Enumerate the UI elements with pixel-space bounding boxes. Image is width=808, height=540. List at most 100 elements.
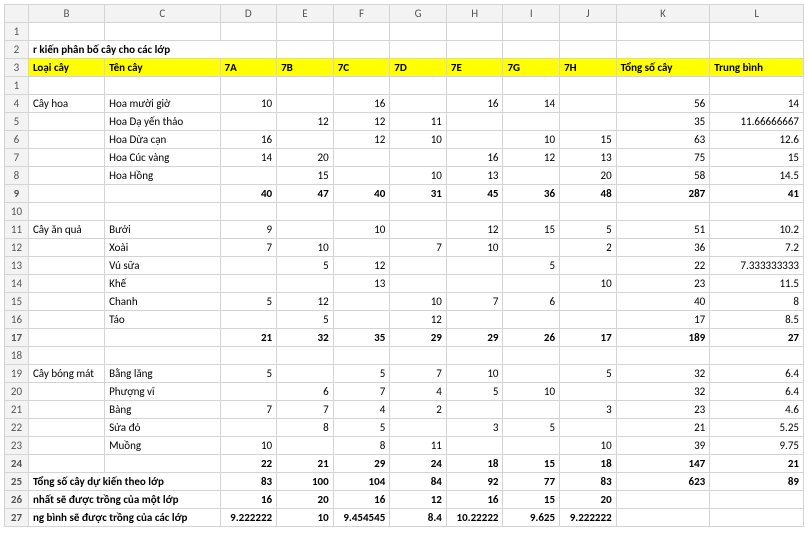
cell[interactable] — [616, 23, 710, 41]
cell[interactable]: 47 — [277, 185, 334, 203]
cell[interactable] — [105, 185, 220, 203]
cell[interactable]: 13 — [560, 149, 617, 167]
row-header[interactable]: 11 — [5, 221, 29, 239]
cell[interactable] — [333, 239, 390, 257]
cell[interactable] — [560, 77, 617, 95]
cell[interactable]: 189 — [616, 329, 710, 347]
cell[interactable]: 31 — [390, 185, 447, 203]
cell[interactable] — [277, 437, 334, 455]
cell[interactable] — [220, 203, 277, 221]
cell[interactable]: 22 — [616, 257, 710, 275]
cell[interactable]: 287 — [616, 185, 710, 203]
row-header[interactable]: 23 — [5, 437, 29, 455]
cell[interactable]: 623 — [616, 473, 710, 491]
cell[interactable] — [446, 401, 503, 419]
row-header[interactable]: 7 — [5, 149, 29, 167]
cell[interactable]: 23 — [616, 275, 710, 293]
cell[interactable] — [503, 113, 560, 131]
cell[interactable]: 27 — [710, 329, 804, 347]
cell[interactable] — [333, 77, 390, 95]
col-J[interactable]: J — [560, 5, 617, 23]
cell[interactable]: Muồng — [105, 437, 220, 455]
cell[interactable] — [446, 257, 503, 275]
col-corner[interactable] — [5, 5, 29, 23]
cell[interactable] — [616, 491, 710, 509]
cell[interactable] — [503, 311, 560, 329]
cell[interactable]: 11.5 — [710, 275, 804, 293]
cell[interactable]: 10 — [503, 383, 560, 401]
cell[interactable] — [503, 239, 560, 257]
cell[interactable]: 32 — [616, 383, 710, 401]
cell[interactable]: Chanh — [105, 293, 220, 311]
cell[interactable] — [333, 167, 390, 185]
cell[interactable]: 51 — [616, 221, 710, 239]
row-header[interactable]: 19 — [5, 365, 29, 383]
cell[interactable] — [710, 41, 804, 59]
cell[interactable] — [446, 203, 503, 221]
cell[interactable]: 10 — [446, 239, 503, 257]
cell[interactable]: 12 — [277, 113, 334, 131]
cell[interactable] — [503, 401, 560, 419]
cell[interactable] — [28, 401, 104, 419]
col-H[interactable]: H — [446, 5, 503, 23]
cell[interactable]: 89 — [710, 473, 804, 491]
cell[interactable]: 7.333333333 — [710, 257, 804, 275]
row-header[interactable]: 9 — [5, 185, 29, 203]
cell[interactable]: 7 — [220, 239, 277, 257]
cell[interactable]: 10.2 — [710, 221, 804, 239]
cell[interactable]: 10 — [277, 239, 334, 257]
cell[interactable] — [560, 293, 617, 311]
cell[interactable]: 12 — [446, 221, 503, 239]
cell[interactable] — [710, 491, 804, 509]
cell[interactable]: 16 — [220, 491, 277, 509]
cell[interactable]: 12 — [503, 149, 560, 167]
cell[interactable]: 48 — [560, 185, 617, 203]
cell[interactable]: 2 — [560, 239, 617, 257]
cell[interactable] — [446, 113, 503, 131]
cell[interactable]: 77 — [503, 473, 560, 491]
cell[interactable] — [28, 293, 104, 311]
cell[interactable]: 5 — [277, 311, 334, 329]
row-header[interactable]: 2 — [5, 41, 29, 59]
col-G[interactable]: G — [390, 5, 447, 23]
cell[interactable] — [220, 347, 277, 365]
cell[interactable]: Bưởi — [105, 221, 220, 239]
cell[interactable] — [220, 383, 277, 401]
cell[interactable]: 3 — [560, 401, 617, 419]
cell[interactable]: 10 — [220, 95, 277, 113]
cell[interactable]: 12.6 — [710, 131, 804, 149]
row-header[interactable]: 13 — [5, 257, 29, 275]
cell[interactable] — [277, 95, 334, 113]
row-header[interactable]: 5 — [5, 113, 29, 131]
cell[interactable]: 40 — [220, 185, 277, 203]
cell[interactable]: 5 — [277, 257, 334, 275]
cell[interactable] — [333, 347, 390, 365]
cell[interactable]: 7 — [333, 383, 390, 401]
cell[interactable]: Vú sữa — [105, 257, 220, 275]
cell[interactable] — [28, 131, 104, 149]
cell[interactable]: 21 — [220, 329, 277, 347]
cell[interactable]: 15 — [710, 149, 804, 167]
cell[interactable]: 11 — [390, 113, 447, 131]
cell[interactable] — [616, 347, 710, 365]
cell[interactable]: 15 — [503, 221, 560, 239]
cell[interactable]: 10 — [220, 437, 277, 455]
cell[interactable] — [220, 167, 277, 185]
cell[interactable] — [105, 455, 220, 473]
cell[interactable]: 10 — [390, 293, 447, 311]
row-header[interactable]: 25 — [5, 473, 29, 491]
cell[interactable]: 12 — [333, 257, 390, 275]
cell[interactable]: 14 — [503, 95, 560, 113]
cell[interactable] — [220, 311, 277, 329]
cell[interactable] — [390, 95, 447, 113]
row-header[interactable]: 16 — [5, 311, 29, 329]
cell[interactable] — [446, 41, 503, 59]
cell[interactable]: 10 — [390, 167, 447, 185]
cell[interactable]: 20 — [277, 491, 334, 509]
cell[interactable]: 18 — [560, 455, 617, 473]
cell[interactable]: 22 — [220, 455, 277, 473]
cell[interactable]: 9.625 — [503, 509, 560, 527]
cell[interactable]: 12 — [333, 131, 390, 149]
cell[interactable] — [333, 149, 390, 167]
cell[interactable] — [560, 383, 617, 401]
